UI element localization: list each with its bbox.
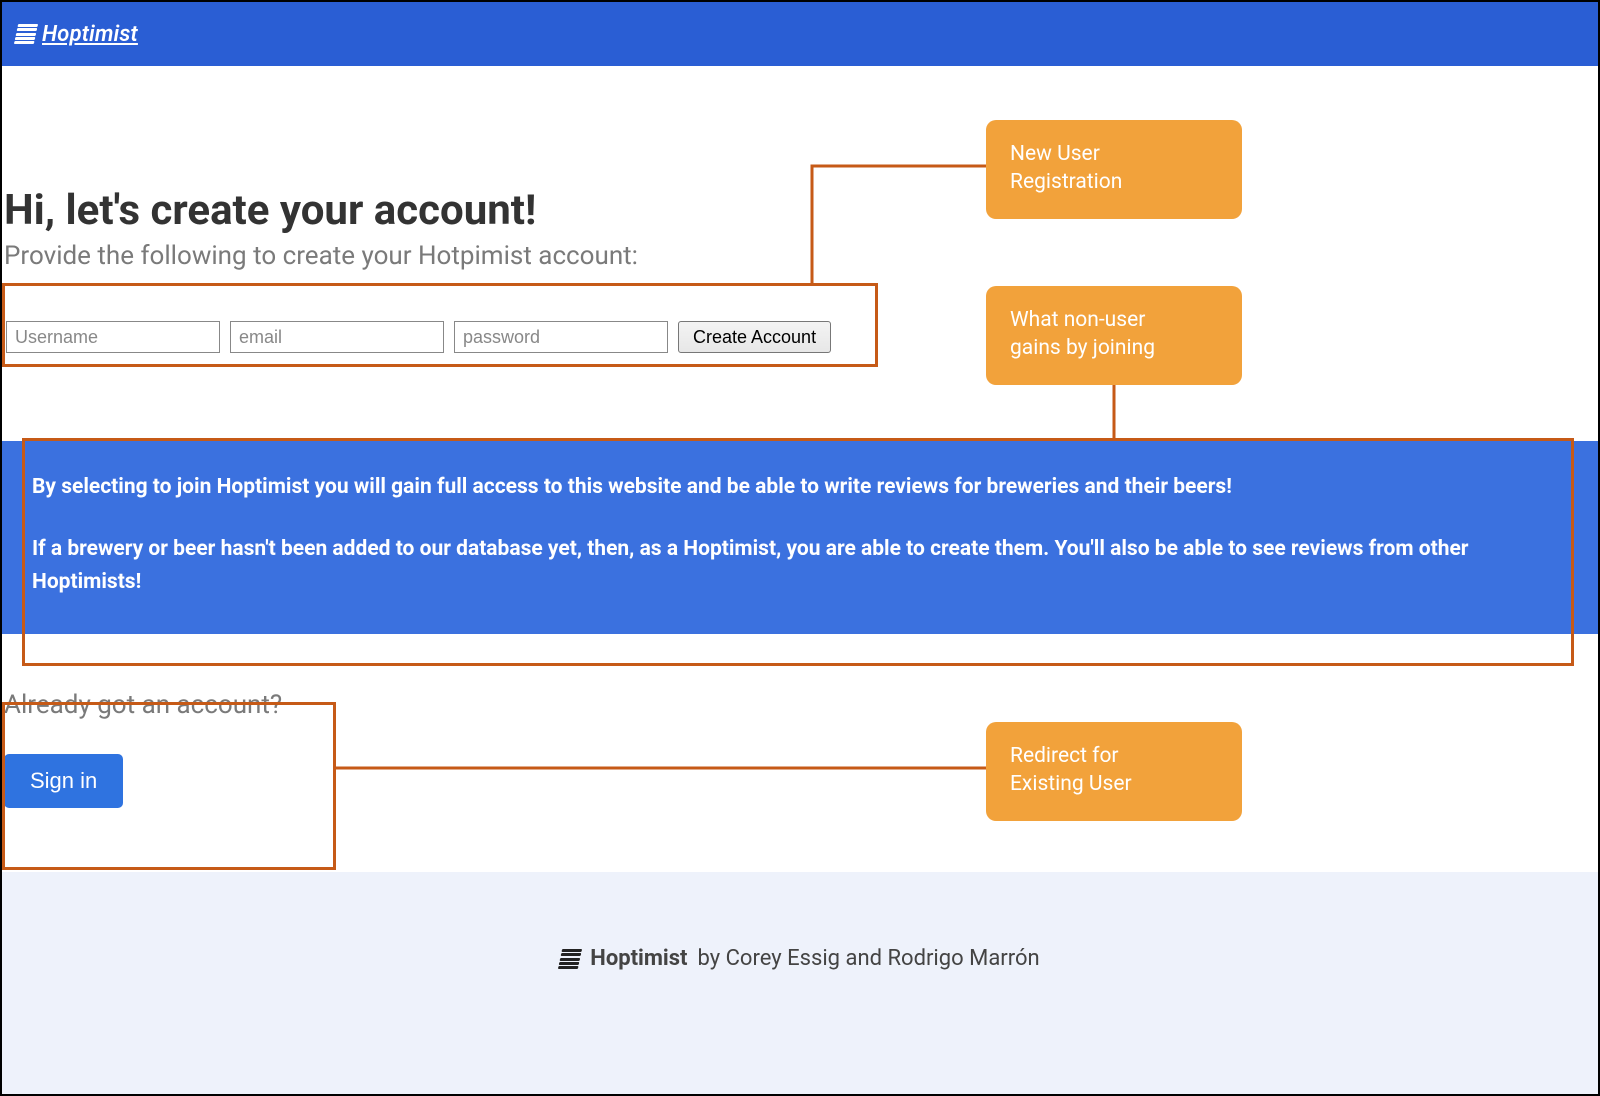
annotation-text: Redirect for	[1010, 742, 1218, 770]
existing-user-section: Already got an account? Sign in	[2, 690, 1598, 808]
username-input[interactable]	[6, 321, 220, 353]
app-header: Hoptimist	[2, 2, 1598, 66]
page-subtitle: Provide the following to create your Hot…	[2, 241, 1598, 271]
annotation-callout-benefits: What non-user gains by joining	[986, 286, 1242, 385]
annotation-text: What non-user	[1010, 306, 1218, 334]
brand-link[interactable]: Hoptimist	[16, 22, 138, 47]
footer-brand: Hoptimist	[590, 946, 687, 971]
annotation-text: New User	[1010, 140, 1218, 168]
footer-byline: by Corey Essig and Rodrigo Marrón	[698, 946, 1040, 971]
annotation-callout-signin: Redirect for Existing User	[986, 722, 1242, 821]
create-account-button[interactable]: Create Account	[678, 321, 831, 353]
footer: Hoptimist by Corey Essig and Rodrigo Mar…	[2, 872, 1598, 1094]
main-content: Hi, let's create your account! Provide t…	[2, 186, 1598, 808]
brand-lines-icon	[14, 24, 38, 44]
existing-user-label: Already got an account?	[4, 690, 1596, 720]
page-root: Hoptimist Hi, let's create your account!…	[2, 2, 1598, 1094]
signin-button[interactable]: Sign in	[4, 754, 123, 808]
email-input[interactable]	[230, 321, 444, 353]
annotation-text: gains by joining	[1010, 334, 1218, 362]
annotation-text: Registration	[1010, 168, 1218, 196]
footer-content: Hoptimist by Corey Essig and Rodrigo Mar…	[560, 946, 1039, 971]
page-title: Hi, let's create your account!	[2, 186, 1598, 235]
benefits-line-1: By selecting to join Hoptimist you will …	[32, 471, 1568, 505]
benefits-panel: By selecting to join Hoptimist you will …	[2, 441, 1598, 634]
footer-lines-icon	[558, 949, 582, 969]
brand-text: Hoptimist	[42, 22, 138, 47]
benefits-line-2: If a brewery or beer hasn't been added t…	[32, 533, 1568, 600]
registration-form: Create Account	[2, 321, 1598, 353]
annotation-callout-registration: New User Registration	[986, 120, 1242, 219]
annotation-text: Existing User	[1010, 770, 1218, 798]
password-input[interactable]	[454, 321, 668, 353]
